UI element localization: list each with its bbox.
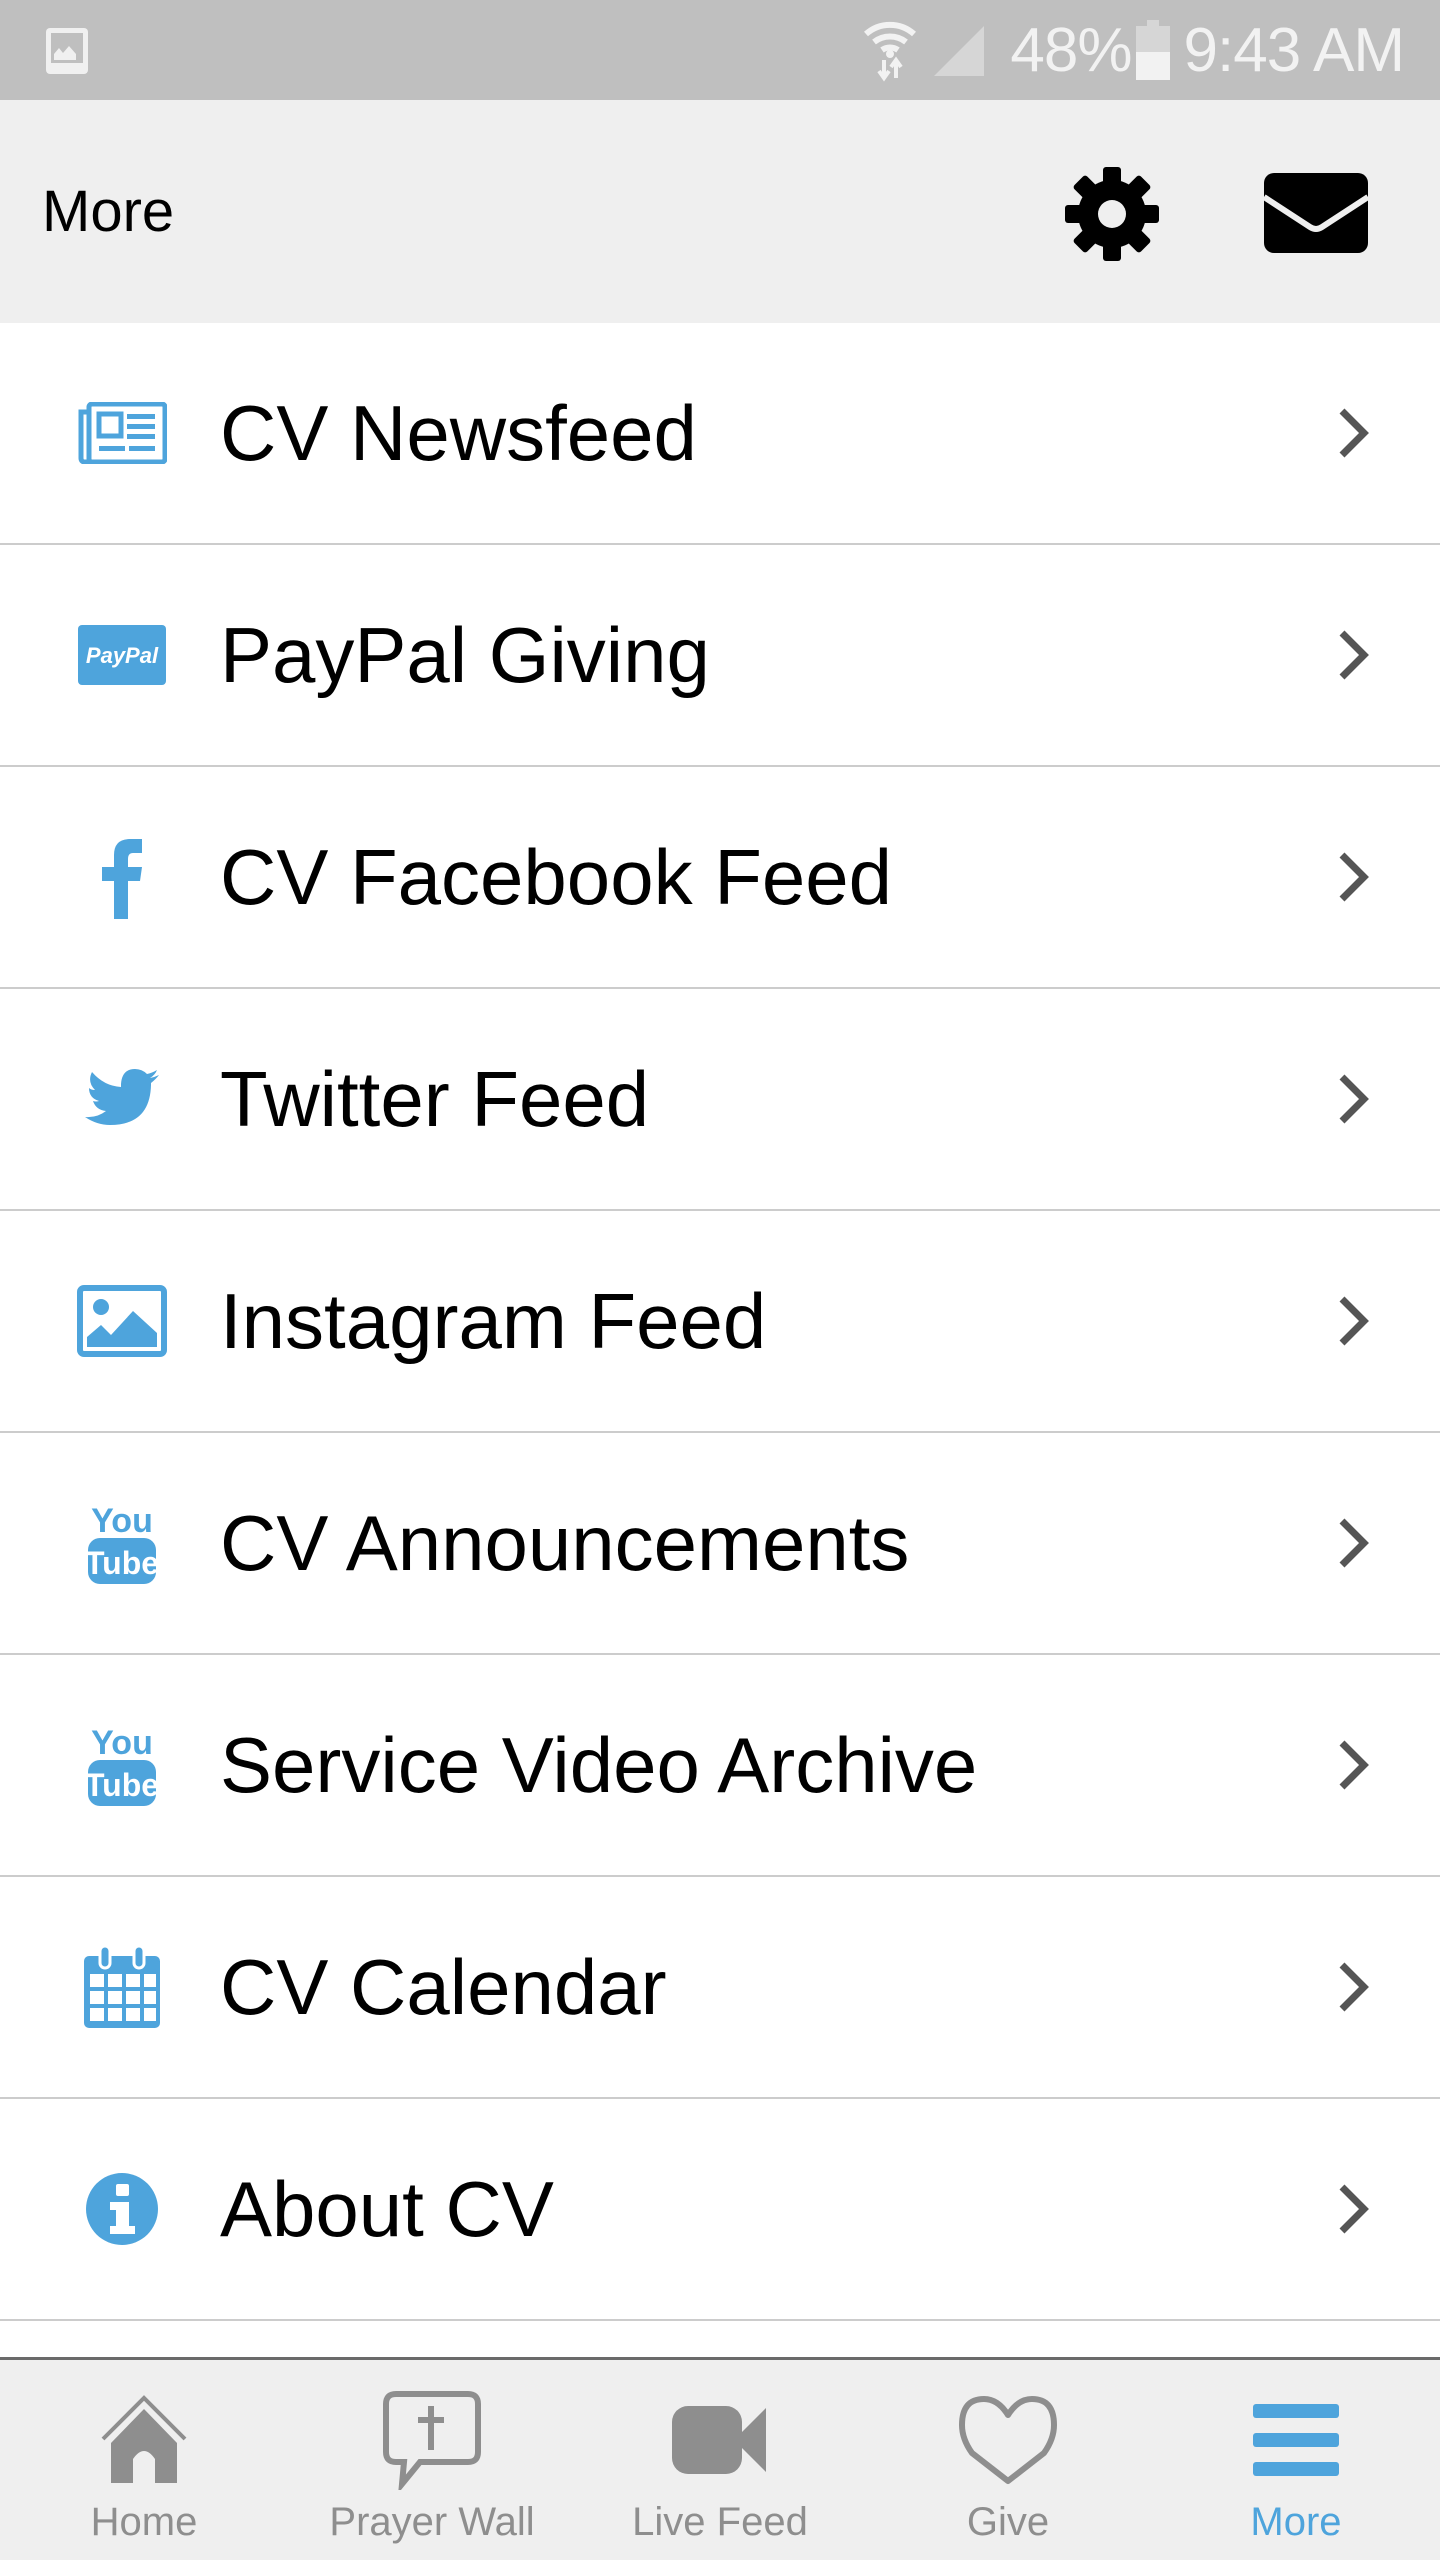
menu-item-label: Instagram Feed — [220, 1277, 767, 1365]
menu-item-label: CV Calendar — [220, 1943, 667, 2031]
svg-text:You: You — [91, 1724, 153, 1762]
chevron-right-icon — [1339, 1296, 1369, 1346]
status-indicators: 48% 9:43 AM — [862, 0, 1405, 100]
home-icon — [89, 2390, 199, 2490]
tab-prayer-wall[interactable]: Prayer Wall — [288, 2360, 576, 2560]
tab-label: More — [1250, 2500, 1342, 2544]
menu-item-label: Service Video Archive — [220, 1721, 978, 1809]
battery-percent: 48% — [1010, 15, 1132, 85]
prayer-bubble-icon — [377, 2390, 487, 2490]
menu-item-label: Twitter Feed — [220, 1055, 650, 1143]
menu-item-about-cv[interactable]: About CV — [0, 2099, 1440, 2321]
chevron-right-icon — [1339, 1962, 1369, 2012]
tab-label: Give — [966, 2500, 1050, 2544]
twitter-icon — [74, 1051, 170, 1147]
wifi-data-icon — [864, 21, 917, 82]
menu-item-cv-newsfeed[interactable]: CV Newsfeed — [0, 323, 1440, 545]
video-camera-icon — [665, 2390, 775, 2490]
tab-label: Home — [90, 2500, 198, 2544]
battery-icon — [1135, 20, 1170, 80]
cell-signal-icon — [934, 26, 985, 76]
tab-home[interactable]: Home — [0, 2360, 288, 2560]
chevron-right-icon — [1339, 2184, 1369, 2234]
status-bar: 48% 9:43 AM — [0, 0, 1440, 100]
image-icon — [74, 1273, 170, 1369]
menu-item-instagram-feed[interactable]: Instagram Feed — [0, 1211, 1440, 1433]
gear-icon[interactable] — [1065, 167, 1159, 261]
menu-icon — [1241, 2390, 1351, 2490]
tab-give[interactable]: Give — [864, 2360, 1152, 2560]
menu-item-label: PayPal Giving — [220, 611, 710, 699]
chevron-right-icon — [1339, 408, 1369, 458]
chevron-right-icon — [1339, 630, 1369, 680]
youtube-icon: You Tube — [74, 1717, 170, 1813]
bottom-tab-bar: Home Prayer Wall Live Feed Give More — [0, 2357, 1440, 2560]
chevron-right-icon — [1339, 852, 1369, 902]
page-title: More — [42, 179, 175, 244]
chevron-right-icon — [1339, 1740, 1369, 1790]
menu-item-cv-calendar[interactable]: CV Calendar — [0, 1877, 1440, 2099]
svg-text:Tube: Tube — [86, 1767, 158, 1803]
youtube-icon: You Tube — [74, 1495, 170, 1591]
menu-item-label: CV Newsfeed — [220, 389, 697, 477]
menu-item-service-video-archive[interactable]: You Tube Service Video Archive — [0, 1655, 1440, 1877]
app-header: More — [0, 100, 1440, 323]
svg-text:Tube: Tube — [86, 1545, 158, 1581]
chevron-right-icon — [1339, 1074, 1369, 1124]
menu-item-label: About CV — [220, 2165, 554, 2253]
mail-icon[interactable] — [1262, 171, 1370, 255]
menu-item-cv-facebook-feed[interactable]: CV Facebook Feed — [0, 767, 1440, 989]
tab-more[interactable]: More — [1152, 2360, 1440, 2560]
menu-item-cv-announcements[interactable]: You Tube CV Announcements — [0, 1433, 1440, 1655]
chevron-right-icon — [1339, 1518, 1369, 1568]
menu-item-label: CV Facebook Feed — [220, 833, 893, 921]
newspaper-icon — [74, 385, 170, 481]
menu-item-twitter-feed[interactable]: Twitter Feed — [0, 989, 1440, 1211]
facebook-icon — [74, 829, 170, 925]
tab-label: Live Feed — [632, 2500, 808, 2544]
paypal-icon: PayPal — [74, 607, 170, 703]
menu-item-paypal-giving[interactable]: PayPal PayPal Giving — [0, 545, 1440, 767]
tab-label: Prayer Wall — [329, 2500, 535, 2544]
svg-text:PayPal: PayPal — [86, 643, 159, 668]
gallery-notification-icon — [46, 28, 88, 74]
menu-item-label: CV Announcements — [220, 1499, 910, 1587]
clock: 9:43 AM — [1183, 15, 1405, 85]
tab-live-feed[interactable]: Live Feed — [576, 2360, 864, 2560]
svg-text:You: You — [91, 1502, 153, 1540]
heart-icon — [953, 2390, 1063, 2490]
more-menu-list: CV Newsfeed PayPal PayPal Giving CV Face… — [0, 323, 1440, 2321]
calendar-icon — [74, 1939, 170, 2035]
info-icon — [74, 2161, 170, 2257]
